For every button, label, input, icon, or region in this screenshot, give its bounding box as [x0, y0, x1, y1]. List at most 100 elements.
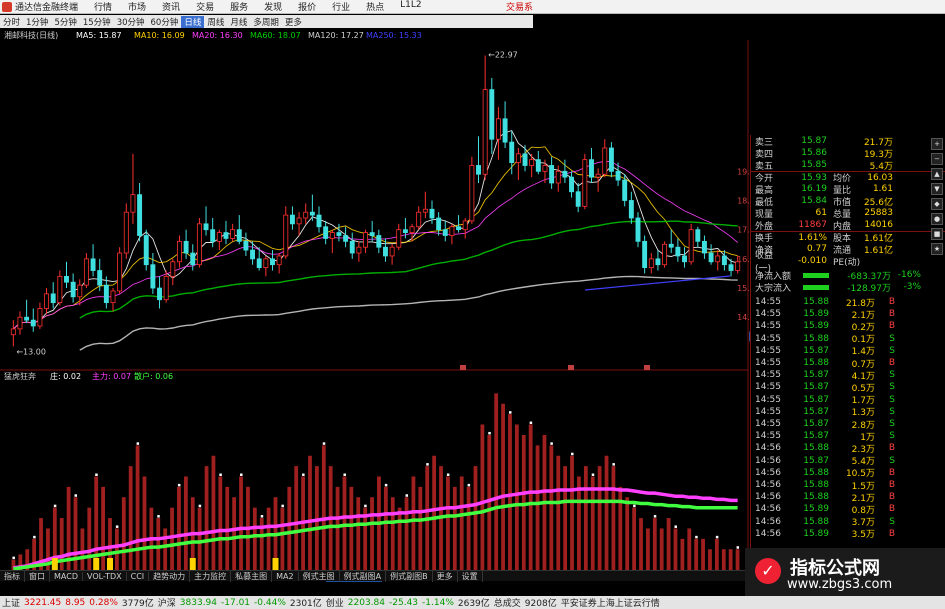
side-btn-icon[interactable]: ▼ [931, 183, 943, 195]
tick-side: S [889, 455, 895, 466]
tick-time: 14:55 [755, 370, 781, 381]
menu-item[interactable]: 行情 [86, 0, 120, 13]
indicator-tab[interactable]: 例式副图B [386, 570, 433, 582]
indicator-tab[interactable]: CCI [127, 571, 150, 581]
trade-label[interactable]: 交易系 [506, 0, 533, 13]
tick-volume: 2.3万 [851, 444, 875, 455]
period-tab[interactable]: 5分钟 [51, 16, 79, 28]
tick-price: 15.87 [803, 394, 829, 405]
tick-volume: 21.8万 [845, 298, 875, 309]
indicator-title: 猛虎狂奔 [4, 371, 36, 381]
candle-body [589, 159, 594, 178]
period-tab[interactable]: 30分钟 [114, 16, 148, 28]
menu-item[interactable]: 交易 [188, 0, 222, 13]
tick-row: 14:55 15.87 1.3万 S [751, 406, 945, 419]
indicator-tab[interactable]: 趋势动力 [149, 570, 191, 582]
candle-body [688, 229, 694, 263]
menu-item[interactable]: 市场 [120, 0, 154, 13]
period-tab[interactable]: 更多 [282, 16, 305, 28]
period-tab[interactable]: 多周期 [250, 16, 282, 28]
tick-volume: 5.4万 [851, 457, 875, 468]
tick-side: S [889, 345, 895, 356]
quote-panel: 卖三 15.87 21.7万 卖四 15.86 19.3万 卖五 15.85 5.4万 今开 15.… [750, 135, 945, 555]
chart-area[interactable]: 湘邮科技(日线) MA5: 15.87 MA10: 16.09 MA20: 16.30… [0, 28, 760, 583]
side-btn-icon[interactable]: ▲ [931, 168, 943, 180]
indicator-dot [302, 473, 305, 476]
tick-volume: 1.4万 [851, 347, 875, 358]
indicator-tab[interactable]: 设置 [458, 570, 483, 582]
candle-body [515, 153, 521, 163]
indicator-dot [136, 442, 140, 445]
indicator-tab[interactable]: VOL-TDX [83, 571, 127, 581]
indicator-dot [571, 452, 574, 456]
quote-value: 15.93 [801, 172, 827, 183]
period-tab[interactable]: 15分钟 [80, 16, 114, 28]
yellow-marker [106, 558, 113, 570]
quote-value: 16.19 [801, 184, 827, 194]
side-btn-icon[interactable]: + [931, 138, 943, 150]
indicator-tab[interactable]: MACD [50, 571, 83, 581]
side-btn-icon[interactable]: ● [931, 213, 943, 225]
indicator-tab[interactable]: 私募主图 [231, 570, 273, 582]
side-btn-icon[interactable]: ◆ [931, 198, 943, 210]
menu-item[interactable]: 服务 [222, 0, 256, 13]
candle-body [383, 246, 388, 257]
candle-body [369, 232, 375, 236]
candle-body [343, 235, 349, 242]
side-btn-icon[interactable]: − [931, 153, 943, 165]
quote-value-2: 14016 [864, 220, 893, 230]
quote-row: 收益(一) -0.010 PE(动) [751, 251, 945, 274]
indicator-tab[interactable]: 更多 [433, 570, 458, 582]
candle-body [682, 255, 687, 263]
tick-row: 14:55 15.88 0.1万 S [751, 333, 945, 346]
event-marker [568, 365, 574, 370]
candle-body [336, 232, 342, 236]
candle-body [170, 261, 176, 277]
status-item: 创业 [325, 599, 344, 609]
low-annotation: ←13.00 [16, 347, 46, 356]
tick-price: 15.88 [803, 333, 829, 344]
period-tab[interactable]: 周线 [204, 16, 227, 28]
menu-item[interactable]: 资讯 [154, 0, 188, 13]
period-tab[interactable]: 1分钟 [23, 16, 51, 28]
period-tab[interactable]: 日线 [181, 15, 205, 28]
candle-body [442, 229, 448, 236]
indicator-dot [591, 473, 595, 476]
ma-legend-item: MA10: 16.09 [134, 31, 185, 40]
candle-body [316, 214, 322, 228]
ma-line-5 [13, 129, 738, 330]
indicator-tab[interactable]: 主力监控 [190, 570, 232, 582]
side-btn-icon[interactable]: ■ [931, 228, 943, 240]
indicator-tab[interactable]: 指标 [0, 570, 25, 582]
candle-body [462, 220, 468, 231]
indicator-tab[interactable]: 窗口 [25, 570, 50, 582]
indicator-dot [74, 494, 78, 497]
indicator-tab[interactable]: 例式副图A [340, 570, 387, 582]
menu-item[interactable]: L1L2 [392, 0, 429, 13]
tick-row: 14:55 15.89 0.2万 B [751, 320, 945, 333]
menu-item[interactable]: 报价 [290, 0, 324, 13]
menu-item[interactable]: 发现 [256, 0, 290, 13]
period-tab[interactable]: 60分钟 [148, 16, 182, 28]
candle-body [163, 275, 169, 301]
flow-label: 大宗流入 [755, 283, 792, 294]
tick-time: 14:55 [755, 333, 781, 344]
menu-item[interactable]: 行业 [324, 0, 358, 13]
period-tab[interactable]: 月线 [227, 16, 250, 28]
indicator-tab[interactable]: MA2 [272, 571, 299, 581]
flow-pct: -16% [897, 270, 921, 280]
indicator-dot [550, 442, 553, 445]
indicator-dot [260, 515, 264, 518]
tick-volume: 3.7万 [851, 518, 875, 529]
yellow-marker [189, 558, 196, 570]
side-btn-icon[interactable]: ★ [931, 243, 943, 255]
indicator-tab[interactable]: 例式主图 [299, 570, 340, 582]
quote-value-2: 1.61 [872, 184, 893, 194]
quote-label: 外盘 [755, 221, 774, 232]
period-tab[interactable]: 分时 [0, 16, 23, 28]
tick-price: 15.88 [803, 492, 829, 503]
candle-body [323, 226, 329, 239]
menu-item[interactable]: 热点 [358, 0, 392, 13]
tick-row: 14:56 15.88 1.5万 B [751, 479, 945, 492]
candle-body [230, 229, 236, 239]
